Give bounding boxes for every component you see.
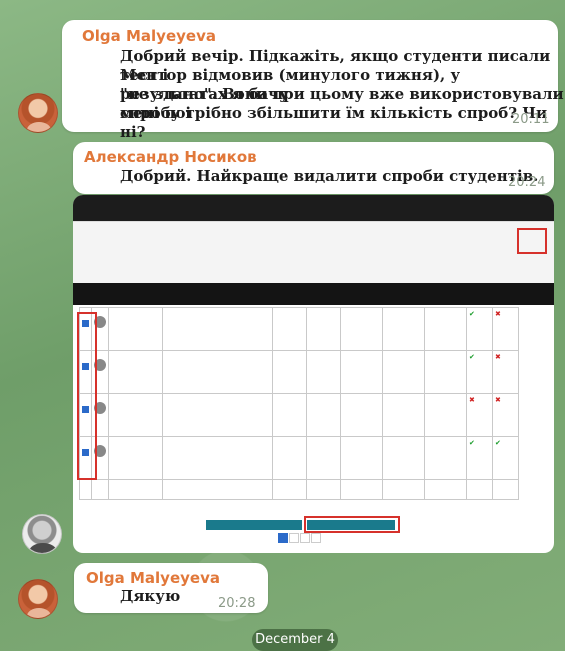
message-3-time: 20:28 — [218, 596, 256, 611]
message-1-time: 20:11 — [512, 112, 550, 127]
screenshot-page-2 — [289, 533, 299, 543]
message-1-line-4: мені потрібно збільшити їм кількість спр… — [120, 104, 548, 141]
alex-avatar-icon[interactable] — [22, 514, 62, 554]
message-3-line-1: Дякую — [120, 587, 181, 605]
olga-avatar-icon[interactable] — [18, 579, 58, 619]
screenshot-button-left — [206, 520, 302, 530]
screenshot-page-3 — [300, 533, 310, 543]
pass-check-icon: ✔ — [469, 310, 475, 318]
message-1-sender[interactable]: Olga Malyeyeva — [82, 27, 216, 45]
message-2-sender[interactable]: Александр Носиков — [84, 148, 257, 166]
screenshot-page-1 — [278, 533, 288, 543]
message-2-line-1: Добрий. Найкраще видалити спроби студент… — [120, 167, 539, 185]
pass-check-icon: ✔ — [469, 439, 475, 447]
highlight-box-checkboxes — [77, 312, 97, 480]
screenshot-header-bar — [73, 195, 554, 221]
highlight-box-button — [304, 516, 400, 533]
fail-cross-icon: ✖ — [495, 396, 501, 404]
fail-cross-icon: ✖ — [495, 310, 501, 318]
screenshot-page-next — [311, 533, 321, 543]
highlight-box-top — [517, 228, 547, 254]
fail-cross-icon: ✖ — [469, 396, 475, 404]
pass-check-icon: ✔ — [469, 353, 475, 361]
pass-check-icon: ✔ — [495, 439, 501, 447]
results-table: ✔ ✖ ✔ ✖ ✖ ✖ ✔ ✔ — [79, 307, 519, 500]
message-2-time: 20:24 — [508, 175, 546, 190]
fail-cross-icon: ✖ — [495, 353, 501, 361]
screenshot-divider-bar — [73, 283, 554, 305]
attached-screenshot[interactable]: ✔ ✖ ✔ ✖ ✖ ✖ ✔ ✔ — [73, 195, 554, 553]
olga-avatar-icon[interactable] — [18, 93, 58, 133]
screenshot-info-panel — [73, 221, 554, 283]
date-separator: December 4 — [252, 629, 338, 651]
message-3-sender[interactable]: Olga Malyeyeva — [86, 569, 220, 587]
